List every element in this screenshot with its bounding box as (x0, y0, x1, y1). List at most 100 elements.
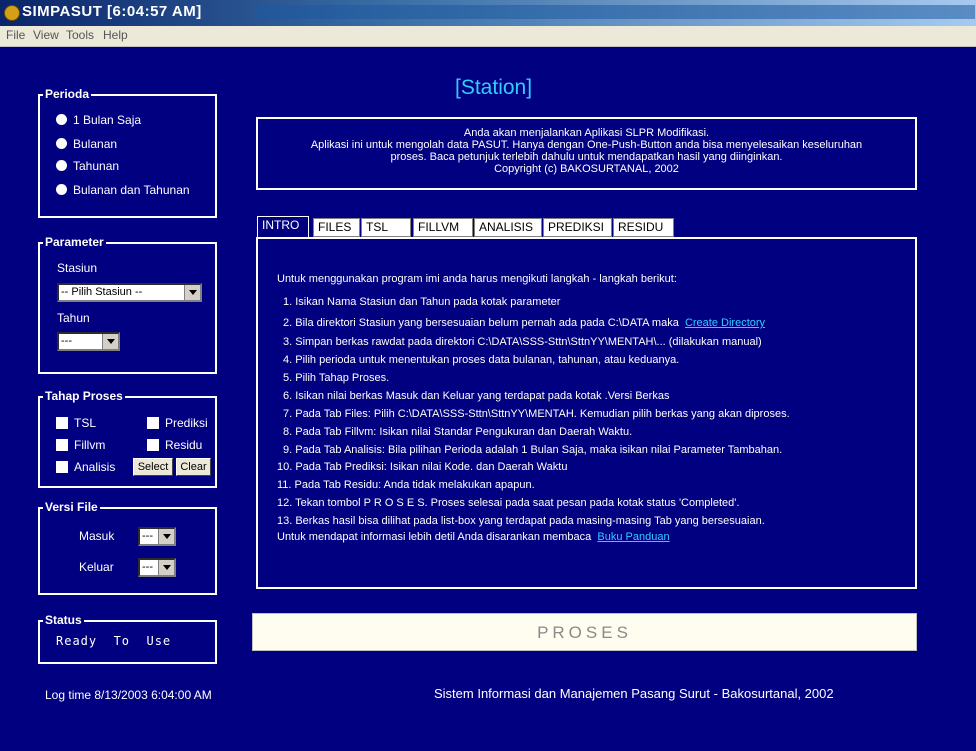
tab-files[interactable]: FILES (313, 218, 360, 237)
select-button[interactable]: Select (133, 458, 173, 476)
intro-step: 8. Pada Tab Fillvm: Isikan nilai Standar… (283, 426, 633, 438)
status-group: Status Ready To Use (38, 613, 217, 664)
radio-tahunan[interactable]: Tahunan (56, 158, 119, 174)
parameter-group: Parameter Stasiun -- Pilih Stasiun -- Ta… (38, 235, 217, 374)
stasiun-select[interactable]: -- Pilih Stasiun -- (57, 283, 202, 302)
checkbox-tsl[interactable]: TSL (56, 416, 96, 430)
checkbox-residu[interactable]: Residu (147, 438, 202, 452)
tab-intro[interactable]: INTRO (257, 216, 309, 237)
intro-step-2: 2. Bila direktori Stasiun yang bersesuai… (283, 317, 765, 329)
checkbox-label: TSL (74, 416, 97, 430)
tahun-select[interactable]: --- (57, 332, 120, 351)
clear-button[interactable]: Clear (176, 458, 211, 476)
tahap-proses-label: Tahap Proses (43, 389, 125, 403)
masuk-value: --- (142, 530, 153, 542)
radio-dot[interactable] (56, 160, 67, 172)
perioda-group: Perioda 1 Bulan Saja Bulanan Tahunan Bul… (38, 87, 217, 218)
checkbox-box[interactable] (56, 460, 68, 473)
stasiun-label: Stasiun (57, 261, 98, 275)
intro-step: 12. Tekan tombol P R O S E S. Proses sel… (277, 497, 740, 509)
window-title: SIMPASUT [6:04:57 AM] (22, 3, 202, 20)
intro-step: 11. Pada Tab Residu: Anda tidak melakuka… (277, 479, 535, 491)
checkbox-box[interactable] (56, 438, 68, 451)
masuk-select[interactable]: --- (138, 527, 176, 546)
info-box: Anda akan menjalankan Aplikasi SLPR Modi… (256, 117, 917, 190)
masuk-label: Masuk (79, 529, 115, 543)
chevron-down-icon[interactable] (158, 560, 174, 575)
info-line: Anda akan menjalankan Aplikasi SLPR Modi… (463, 127, 710, 139)
checkbox-label: Prediksi (165, 416, 208, 430)
menu-tools[interactable]: Tools (66, 28, 94, 42)
checkbox-label: Analisis (74, 460, 116, 474)
intro-step: 13. Berkas hasil bisa dilihat pada list-… (277, 515, 765, 527)
menu-file[interactable]: File (6, 28, 25, 42)
tab-analisis[interactable]: ANALISIS (474, 218, 542, 237)
intro-step-text: 2. Bila direktori Stasiun yang bersesuai… (283, 317, 679, 329)
status-text: Ready To Use (56, 634, 172, 648)
checkbox-label: Residu (165, 438, 203, 452)
intro-step: 9. Pada Tab Analisis: Bila pilihan Perio… (283, 444, 783, 456)
radio-1-bulan-saja[interactable]: 1 Bulan Saja (56, 112, 141, 128)
menu-view[interactable]: View (33, 28, 59, 42)
create-directory-link[interactable]: Create Directory (685, 317, 765, 329)
station-heading: [Station] (455, 76, 533, 99)
intro-closing-text: Untuk mendapat informasi lebih detil And… (277, 531, 592, 543)
checkbox-prediksi[interactable]: Prediksi (147, 416, 208, 430)
intro-step: 3. Simpan berkas rawdat pada direktori C… (283, 336, 762, 348)
versi-file-label: Versi File (43, 500, 100, 514)
radio-dot[interactable] (56, 138, 67, 150)
intro-step: 7. Pada Tab Files: Pilih C:\DATA\SSS-Stt… (283, 408, 790, 420)
intro-closing: Untuk mendapat informasi lebih detil And… (277, 531, 670, 543)
title-bar: SIMPASUT [6:04:57 AM] (0, 0, 976, 26)
radio-bulanan-dan-tahunan[interactable]: Bulanan dan Tahunan (56, 182, 190, 198)
tahun-label: Tahun (57, 311, 90, 325)
title-bar-decoration (255, 5, 975, 19)
checkbox-label: Fillvm (74, 438, 106, 452)
tab-residu[interactable]: RESIDU (613, 218, 674, 237)
parameter-label: Parameter (43, 235, 106, 249)
info-line: Aplikasi ini untuk mengolah data PASUT. … (310, 139, 863, 151)
intro-lead: Untuk menggunakan program imi anda harus… (277, 273, 677, 285)
proses-button[interactable]: PROSES (252, 613, 917, 651)
footer-credit: Sistem Informasi dan Manajemen Pasang Su… (434, 686, 834, 701)
intro-panel: Untuk menggunakan program imi anda harus… (256, 237, 917, 589)
intro-step: 5. Pilih Tahap Proses. (283, 372, 390, 384)
info-line: proses. Baca petunjuk terlebih dahulu un… (390, 151, 783, 163)
checkbox-analisis[interactable]: Analisis (56, 460, 115, 474)
tahap-proses-group: Tahap Proses TSL Prediksi Fillvm Residu … (38, 389, 217, 488)
menu-help[interactable]: Help (103, 28, 128, 42)
buku-panduan-link[interactable]: Buku Panduan (597, 531, 669, 543)
radio-label: 1 Bulan Saja (73, 113, 142, 127)
tab-tsl[interactable]: TSL (361, 218, 411, 237)
checkbox-box[interactable] (147, 416, 159, 429)
chevron-down-icon[interactable] (102, 334, 118, 349)
app-icon (4, 5, 20, 21)
checkbox-box[interactable] (147, 438, 159, 451)
radio-dot[interactable] (56, 114, 67, 126)
tahun-value: --- (61, 335, 72, 347)
radio-bulanan[interactable]: Bulanan (56, 136, 117, 152)
intro-step: 1. Isikan Nama Stasiun dan Tahun pada ko… (283, 296, 561, 308)
intro-step: 10. Pada Tab Prediksi: Isikan nilai Kode… (277, 461, 568, 473)
stasiun-value: -- Pilih Stasiun -- (61, 286, 143, 298)
perioda-label: Perioda (43, 87, 92, 101)
tab-prediksi[interactable]: PREDIKSI (543, 218, 612, 237)
keluar-select[interactable]: --- (138, 558, 176, 577)
tab-fillvm[interactable]: FILLVM (413, 218, 473, 237)
intro-step: 6. Isikan nilai berkas Masuk dan Keluar … (283, 390, 670, 402)
checkbox-fillvm[interactable]: Fillvm (56, 438, 105, 452)
radio-label: Tahunan (73, 159, 120, 173)
radio-label: Bulanan dan Tahunan (73, 183, 190, 197)
log-time: Log time 8/13/2003 6:04:00 AM (45, 688, 212, 702)
radio-dot[interactable] (56, 184, 67, 196)
keluar-value: --- (142, 561, 153, 573)
chevron-down-icon[interactable] (158, 529, 174, 544)
menu-bar: File View Tools Help (0, 26, 976, 47)
chevron-down-icon[interactable] (184, 285, 200, 300)
intro-step: 4. Pilih perioda untuk menentukan proses… (283, 354, 680, 366)
versi-file-group: Versi File Masuk --- Keluar --- (38, 500, 217, 595)
radio-label: Bulanan (73, 137, 118, 151)
keluar-label: Keluar (79, 560, 114, 574)
info-line: Copyright (c) BAKOSURTANAL, 2002 (494, 163, 679, 175)
checkbox-box[interactable] (56, 416, 68, 429)
